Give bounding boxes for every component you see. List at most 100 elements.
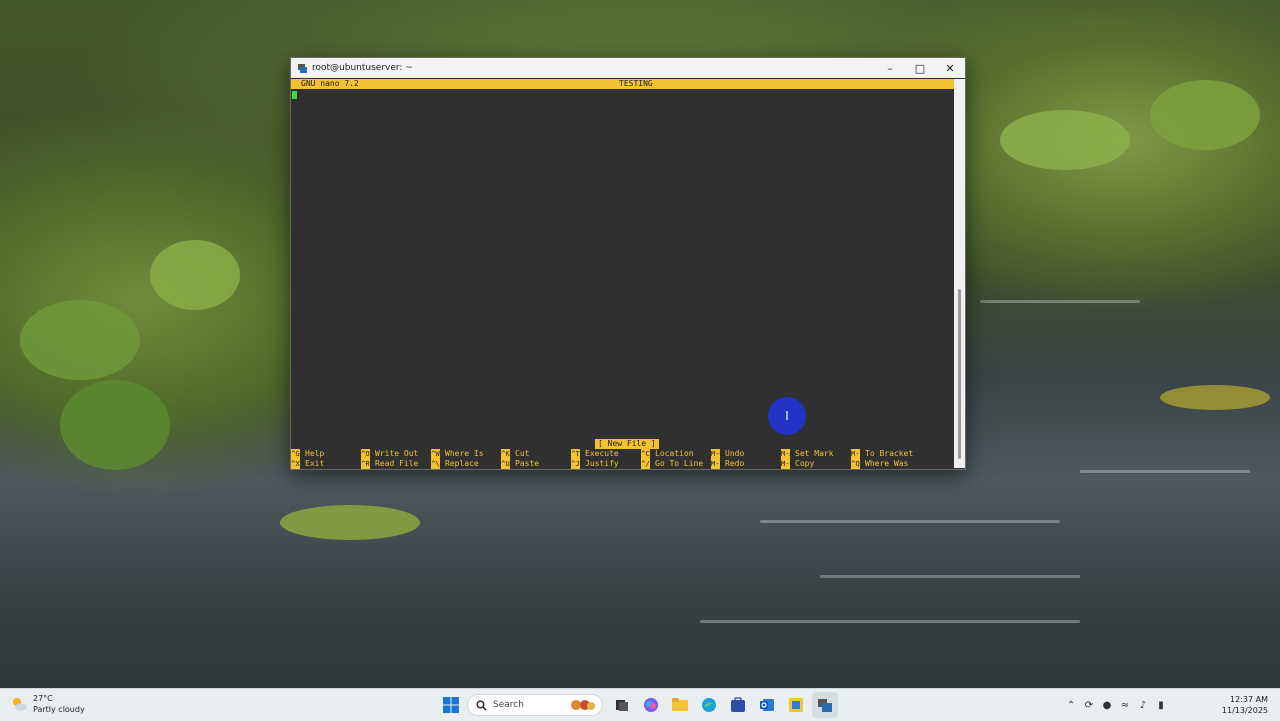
shortcut-key: ^/	[641, 459, 650, 469]
volume-icon[interactable]: ♪	[1134, 697, 1152, 713]
wallpaper-leaf	[150, 240, 240, 310]
water-reflection	[700, 620, 1080, 623]
shortcut-key: M-E	[711, 459, 724, 469]
nano-version: GNU nano 7.2	[301, 79, 359, 88]
maximize-button[interactable]: □	[905, 58, 935, 78]
search-placeholder: Search	[493, 700, 524, 710]
wallpaper-leaf	[20, 300, 140, 380]
terminal-taskbar-button[interactable]	[812, 692, 838, 718]
shortcut-label: Paste	[515, 459, 540, 468]
store-button[interactable]	[725, 692, 751, 718]
shortcut-setmark-copy: M-A Set Mark M-6 Copy	[781, 449, 834, 469]
nano-shortcut-bar: ^G Help ^X Exit ^O Write Out ^R Read File ^W…	[291, 449, 954, 469]
battery-icon[interactable]: ▮	[1152, 697, 1170, 713]
shortcut-label: Cut	[515, 449, 530, 458]
wallpaper-leaf	[60, 380, 170, 470]
wallpaper-leaf	[1150, 80, 1260, 150]
shortcut-writeout-readfile: ^O Write Out ^R Read File	[361, 449, 418, 469]
store-icon	[731, 697, 745, 712]
shortcut-label: To Bracket	[865, 449, 914, 458]
shortcut-key: ^Q	[851, 459, 860, 469]
start-button[interactable]	[438, 692, 464, 718]
water-reflection	[760, 520, 1060, 523]
putty-icon	[818, 699, 832, 712]
microphone-icon[interactable]: ●	[1098, 697, 1116, 713]
shortcut-key: ^R	[361, 459, 370, 469]
wallpaper-leaf	[1160, 385, 1270, 410]
wallpaper-leaf	[1000, 110, 1130, 170]
edge-icon	[702, 698, 716, 712]
shortcut-key: M-A	[781, 449, 794, 459]
sync-icon[interactable]: ⟳	[1080, 697, 1098, 713]
shortcut-key: ^T	[571, 449, 580, 459]
shortcut-cut-paste: ^K Cut ^U Paste	[501, 449, 539, 469]
scrollbar-thumb[interactable]	[958, 289, 961, 459]
wifi-icon[interactable]: ≈	[1116, 697, 1134, 713]
shortcut-key: ^\	[431, 459, 440, 469]
search-icon	[476, 700, 487, 710]
app-button[interactable]	[783, 692, 809, 718]
shortcut-key: ^X	[291, 459, 300, 469]
shortcut-help-exit: ^G Help ^X Exit	[291, 449, 324, 469]
taskbar-search[interactable]: Search	[467, 694, 603, 716]
shortcut-key: M-U	[711, 449, 724, 459]
shortcut-location-gotoline: ^C Location ^/ Go To Line	[641, 449, 703, 469]
close-button[interactable]: ✕	[935, 58, 965, 78]
app-icon	[789, 698, 803, 712]
weather-temp: 27°C	[33, 694, 53, 703]
taskbar: 27°C Partly cloudy Search ⌃ ⟳ ● ≈ ♪ ▮ 12…	[0, 688, 1280, 721]
search-highlight-icon	[571, 700, 595, 710]
shortcut-label: Location	[655, 449, 694, 458]
shortcut-undo-redo: M-U Undo M-E Redo	[711, 449, 744, 469]
shortcut-label: Set Mark	[795, 449, 834, 458]
shortcut-key: ^C	[641, 449, 650, 459]
shortcut-label: Replace	[445, 459, 479, 468]
task-view-icon	[616, 700, 628, 711]
wallpaper-leaf	[280, 505, 420, 540]
shortcut-key: ^O	[361, 449, 370, 459]
shortcut-label: Justify	[585, 459, 619, 468]
shortcut-key: M-6	[781, 459, 794, 469]
weather-desc: Partly cloudy	[33, 705, 85, 714]
system-tray: ⌃ ⟳ ● ≈ ♪ ▮	[1062, 697, 1170, 713]
nano-status: [ New File ]	[595, 439, 659, 449]
outlook-button[interactable]	[754, 692, 780, 718]
water-reflection	[820, 575, 1080, 578]
terminal-window[interactable]: root@ubuntuserver: ~ – □ ✕ GNU nano 7.2 …	[290, 57, 966, 470]
copilot-button[interactable]	[638, 692, 664, 718]
terminal-scrollbar[interactable]	[954, 79, 965, 468]
file-explorer-button[interactable]	[667, 692, 693, 718]
edge-button[interactable]	[696, 692, 722, 718]
shortcut-key: M-]	[851, 449, 864, 459]
window-titlebar[interactable]: root@ubuntuserver: ~ – □ ✕	[291, 58, 965, 78]
shortcut-key: ^J	[571, 459, 580, 469]
clock[interactable]: 12:37 AM 11/13/2025	[1222, 694, 1268, 716]
shortcut-label: Redo	[725, 459, 745, 468]
minimize-button[interactable]: –	[875, 58, 905, 78]
outlook-icon	[760, 699, 774, 711]
shortcut-tobracket-wherewas: M-] To Bracket ^Q Where Was	[851, 449, 913, 469]
task-view-button[interactable]	[609, 692, 635, 718]
window-title: root@ubuntuserver: ~	[312, 63, 413, 73]
nano-filename: TESTING	[619, 79, 653, 88]
water-reflection	[1080, 470, 1250, 473]
clock-time: 12:37 AM	[1230, 695, 1268, 704]
shortcut-execute-justify: ^T Execute ^J Justify	[571, 449, 619, 469]
mouse-cursor-highlight: I	[768, 397, 806, 435]
i-beam-cursor-icon: I	[785, 409, 789, 423]
shortcut-label: Execute	[585, 449, 619, 458]
terminal-content[interactable]: GNU nano 7.2 TESTING [ New File ] ^G Help…	[291, 79, 954, 469]
shortcut-label: Help	[305, 449, 325, 458]
shortcut-label: Where Was	[865, 459, 909, 468]
chevron-up-icon[interactable]: ⌃	[1062, 697, 1080, 713]
shortcut-label: Read File	[375, 459, 419, 468]
water-reflection	[980, 300, 1140, 303]
folder-icon	[672, 698, 688, 711]
shortcut-key: ^G	[291, 449, 300, 459]
text-cursor	[292, 91, 297, 99]
shortcut-key: ^U	[501, 459, 510, 469]
shortcut-label: Copy	[795, 459, 815, 468]
clock-date: 11/13/2025	[1221, 706, 1268, 715]
weather-widget[interactable]: 27°C Partly cloudy	[10, 693, 85, 715]
shortcut-label: Exit	[305, 459, 325, 468]
